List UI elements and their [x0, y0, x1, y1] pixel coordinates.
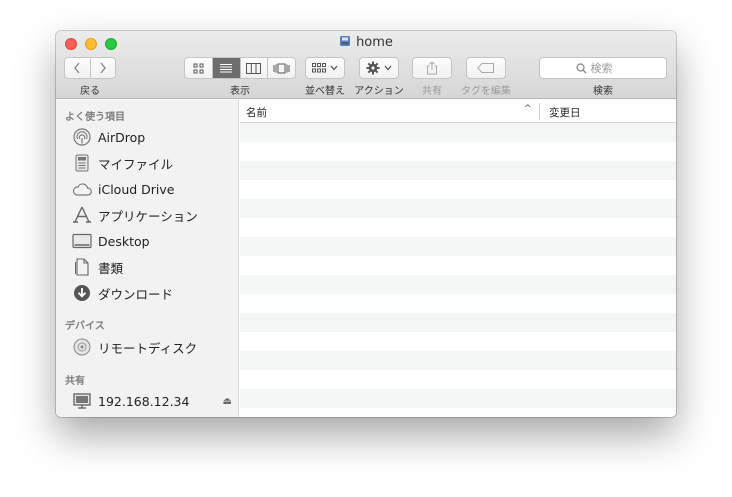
- eject-icon[interactable]: ⏏: [223, 396, 232, 407]
- sidebar-item-icloud-drive[interactable]: iCloud Drive: [72, 178, 232, 200]
- tags-label: タグを編集: [461, 86, 511, 97]
- window-title: home: [56, 35, 676, 50]
- view-coverflow-button[interactable]: [267, 58, 295, 78]
- list-lines-icon: [220, 63, 233, 72]
- disc-icon: [72, 337, 92, 357]
- view-icons-button[interactable]: [185, 58, 212, 78]
- column-header-name[interactable]: 名前: [246, 105, 267, 120]
- home-folder-icon: [340, 36, 351, 46]
- chevron-down-icon: [384, 65, 392, 71]
- sidebar-item-remote-disc[interactable]: リモートディスク: [72, 336, 232, 358]
- sidebar-item-desktop[interactable]: Desktop: [72, 230, 232, 252]
- sidebar-item-label: リモートディスク: [98, 340, 198, 356]
- share-button[interactable]: [412, 57, 452, 79]
- columns-icon: [246, 62, 262, 74]
- arrange-grid-icon: [312, 63, 326, 73]
- file-list: 名前 ^ 変更日: [240, 100, 676, 417]
- forward-button[interactable]: [89, 58, 116, 78]
- airdrop-icon: [72, 127, 92, 147]
- empty-list-rows: [240, 123, 676, 417]
- sidebar-item-downloads[interactable]: ダウンロード: [72, 282, 232, 304]
- column-header-date-modified[interactable]: 変更日: [549, 105, 581, 120]
- column-divider[interactable]: [539, 103, 540, 120]
- favorites-header: よく使う項目: [65, 112, 125, 123]
- cloud-icon: [72, 179, 92, 199]
- back-button[interactable]: [65, 58, 90, 78]
- sidebar-item-label: iCloud Drive: [98, 181, 175, 197]
- chevron-left-icon: [74, 62, 80, 74]
- arrange-label: 並べ替え: [305, 86, 345, 97]
- sidebar-item-server[interactable]: 192.168.12.34 ⏏: [72, 390, 232, 412]
- sidebar-item-applications[interactable]: アプリケーション: [72, 204, 232, 226]
- search-input[interactable]: [590, 61, 631, 75]
- share-icon: [427, 61, 437, 75]
- applications-icon: [72, 205, 92, 225]
- sidebar-item-label: マイファイル: [98, 156, 174, 172]
- sidebar-item-label: アプリケーション: [98, 208, 198, 224]
- search-icon: [575, 62, 586, 73]
- documents-icon: [72, 257, 92, 277]
- sidebar-item-label: 192.168.12.34: [98, 393, 190, 409]
- chevron-right-icon: [100, 62, 106, 74]
- window-title-text: home: [356, 35, 393, 50]
- downloads-icon: [72, 283, 92, 303]
- server-icon: [72, 391, 92, 411]
- chevron-down-icon: [330, 65, 338, 71]
- sidebar-item-label: 書類: [98, 260, 124, 276]
- icon-grid-icon: [193, 63, 204, 73]
- action-button[interactable]: [359, 57, 399, 79]
- edit-tags-button[interactable]: [466, 57, 506, 79]
- view-label: 表示: [230, 86, 250, 97]
- tag-icon: [477, 63, 494, 73]
- sidebar-item-label: AirDrop: [98, 129, 146, 145]
- sidebar-item-label: ダウンロード: [98, 286, 174, 302]
- finder-window: home 戻る 表示 並べ替え アクション 共有 タグを編集 検索 検索 よく使…: [56, 31, 676, 417]
- all-files-icon: [72, 153, 92, 173]
- cover-flow-icon: [273, 63, 290, 73]
- sidebar-item-documents[interactable]: 書類: [72, 256, 232, 278]
- sort-ascending-icon[interactable]: ^: [524, 104, 532, 114]
- sidebar-item-label: Desktop: [98, 233, 150, 249]
- share-label: 共有: [422, 86, 442, 97]
- arrange-button[interactable]: [305, 57, 345, 79]
- titlebar: home 戻る 表示 並べ替え アクション 共有 タグを編集 検索 検索: [56, 31, 676, 99]
- back-forward-group: [64, 57, 116, 79]
- sidebar: よく使う項目 AirDrop マイファイル iCloud Drive アプリケー…: [56, 100, 239, 417]
- view-columns-button[interactable]: [239, 58, 268, 78]
- search-field[interactable]: [539, 57, 667, 79]
- back-label: 戻る: [80, 86, 100, 97]
- view-mode-group: [184, 57, 296, 79]
- shared-header: 共有: [65, 376, 85, 387]
- gear-icon: [366, 61, 380, 75]
- search-label: 検索: [593, 86, 613, 97]
- action-label: アクション: [354, 86, 404, 97]
- sidebar-item-airdrop[interactable]: AirDrop: [72, 126, 232, 148]
- view-list-button[interactable]: [211, 58, 240, 78]
- column-header: 名前 ^ 変更日: [240, 100, 676, 123]
- devices-header: デバイス: [65, 321, 105, 332]
- sidebar-item-all-files[interactable]: マイファイル: [72, 152, 232, 174]
- desktop-icon: [72, 231, 92, 251]
